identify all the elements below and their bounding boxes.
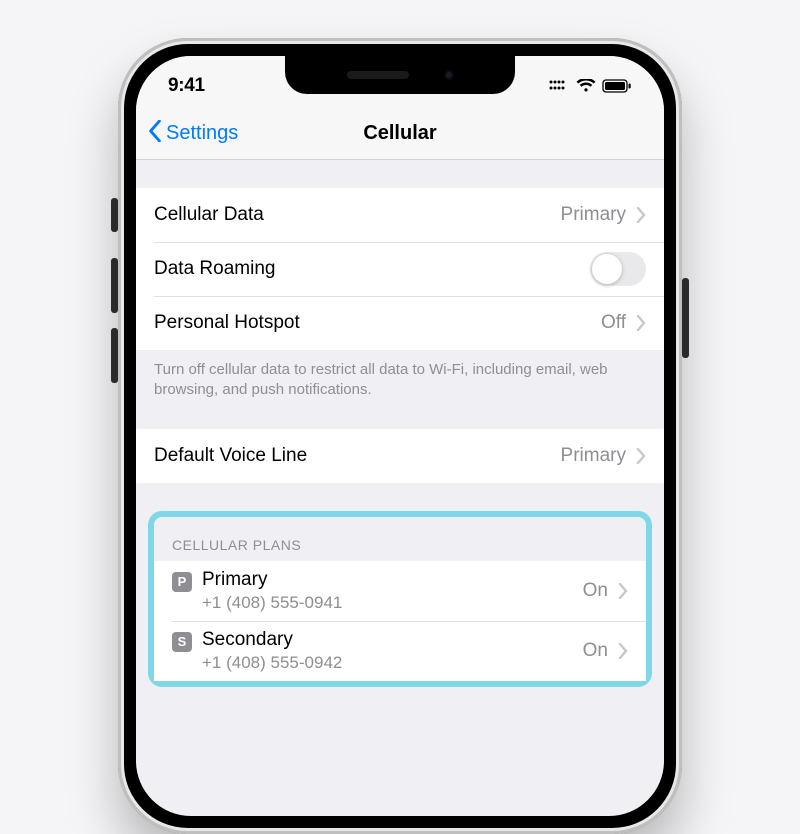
plan-row-secondary[interactable]: S Secondary +1 (408) 555-0942 On [154, 621, 646, 681]
data-roaming-toggle[interactable] [590, 252, 646, 286]
navigation-bar: Settings Cellular [136, 108, 664, 160]
default-voice-line-label: Default Voice Line [154, 445, 307, 467]
chevron-right-icon [636, 315, 646, 331]
phone-frame: 9:41 Settings Cellular [118, 38, 682, 834]
personal-hotspot-row[interactable]: Personal Hotspot Off [136, 296, 664, 350]
personal-hotspot-label: Personal Hotspot [154, 312, 300, 334]
plan-name: Secondary [202, 629, 342, 651]
screen: 9:41 Settings Cellular [136, 56, 664, 816]
wifi-icon [576, 79, 596, 93]
settings-group-voice: Default Voice Line Primary [136, 429, 664, 483]
data-roaming-label: Data Roaming [154, 258, 275, 280]
mute-switch [111, 198, 118, 232]
chevron-right-icon [618, 583, 628, 599]
settings-content: Cellular Data Primary Data Roaming [136, 160, 664, 687]
cellular-plans-section: CELLULAR PLANS P Primary +1 (408) 555-09… [148, 511, 652, 687]
back-label: Settings [166, 122, 238, 145]
plan-status: On [583, 640, 608, 662]
cellular-plans-header: CELLULAR PLANS [154, 537, 646, 561]
chevron-right-icon [636, 207, 646, 223]
plan-badge-icon: P [172, 572, 192, 592]
battery-icon [602, 79, 632, 93]
volume-up-button [111, 258, 118, 313]
status-right-cluster [548, 71, 632, 93]
plan-status: On [583, 580, 608, 602]
plan-number: +1 (408) 555-0941 [202, 593, 342, 613]
status-time: 9:41 [168, 67, 205, 97]
volume-down-button [111, 328, 118, 383]
default-voice-line-row[interactable]: Default Voice Line Primary [136, 429, 664, 483]
plan-row-primary[interactable]: P Primary +1 (408) 555-0941 On [154, 561, 646, 621]
earpiece-speaker [347, 71, 409, 79]
chevron-right-icon [618, 643, 628, 659]
back-button[interactable]: Settings [136, 120, 238, 148]
cellular-data-label: Cellular Data [154, 204, 264, 226]
back-chevron-icon [148, 120, 162, 148]
cellular-data-value: Primary [561, 204, 626, 226]
display-notch [285, 56, 515, 94]
personal-hotspot-value: Off [601, 312, 626, 334]
settings-group-main: Cellular Data Primary Data Roaming [136, 188, 664, 401]
cellular-data-footer: Turn off cellular data to restrict all d… [136, 350, 664, 401]
cellular-data-row[interactable]: Cellular Data Primary [136, 188, 664, 242]
signal-bars-icon [548, 79, 570, 93]
plan-badge-icon: S [172, 632, 192, 652]
plan-name: Primary [202, 569, 342, 591]
plan-number: +1 (408) 555-0942 [202, 653, 342, 673]
data-roaming-row[interactable]: Data Roaming [136, 242, 664, 296]
chevron-right-icon [636, 448, 646, 464]
power-button [682, 278, 689, 358]
front-camera [444, 70, 454, 80]
default-voice-line-value: Primary [561, 445, 626, 467]
